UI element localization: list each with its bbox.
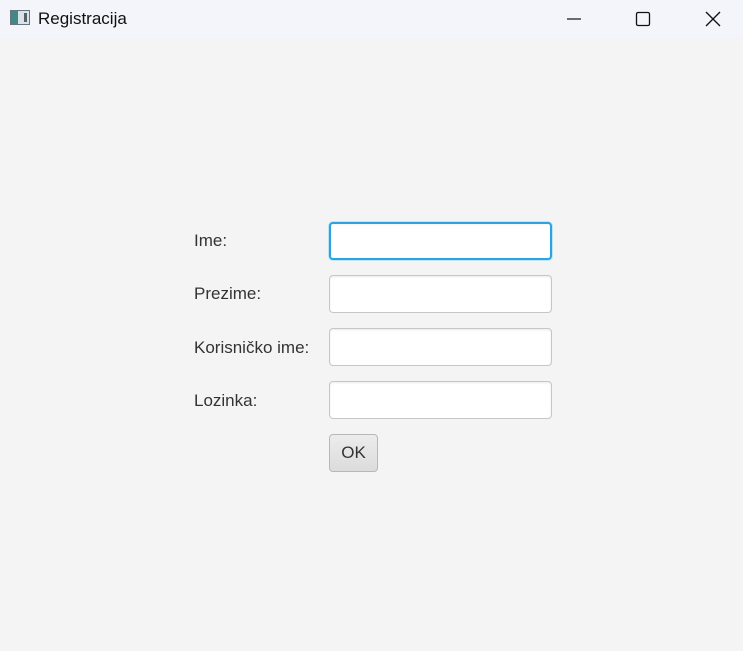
last-name-label: Prezime: [194, 284, 262, 303]
window-title: Registracija [38, 9, 127, 28]
password-label: Lozinka: [194, 391, 258, 410]
password-input[interactable] [329, 381, 552, 419]
first-name-label: Ime: [194, 231, 228, 250]
minimize-icon [567, 18, 581, 20]
last-name-input[interactable] [329, 275, 552, 313]
username-label: Korisničko ime: [194, 338, 310, 357]
close-button[interactable] [690, 0, 736, 38]
maximize-button[interactable] [620, 0, 666, 38]
title-bar[interactable]: Registracija [0, 0, 743, 38]
username-input[interactable] [329, 328, 552, 366]
app-icon [10, 10, 30, 25]
minimize-button[interactable] [551, 0, 597, 38]
close-icon [705, 11, 721, 27]
maximize-icon [635, 11, 651, 27]
first-name-input[interactable] [329, 222, 552, 260]
registration-window: Registracija Ime: Prezime: Korisničko im… [0, 0, 743, 651]
ok-button[interactable]: OK [329, 434, 378, 472]
